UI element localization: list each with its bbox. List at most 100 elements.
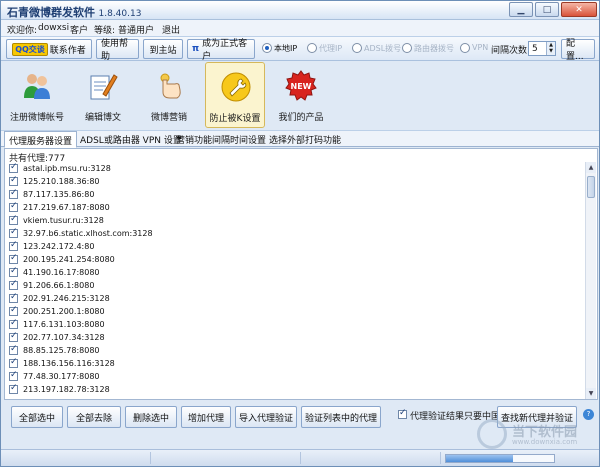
add-proxy-label: 增加代理 (187, 413, 224, 424)
proxy-checkbox[interactable] (9, 357, 18, 368)
list-item[interactable]: vkiem.tusur.ru:3128 (9, 214, 104, 227)
settings-tabs: 代理服务器设置 ADSL或路由器 VPN 设置 营销功能间隔时间设置 选择外部打… (1, 130, 599, 148)
radio-router[interactable] (402, 43, 412, 53)
proxy-checkbox[interactable] (9, 240, 18, 251)
proxy-list-scrollbar[interactable]: ▲ ▼ (585, 162, 596, 399)
user-info-bar: 欢迎你: dowxsi 客户 等级: 普通用户 退出 (1, 20, 599, 37)
proxy-checkbox[interactable] (9, 344, 18, 355)
proxy-checkbox[interactable] (9, 279, 18, 290)
proxy-checkbox[interactable] (9, 318, 18, 329)
list-item[interactable]: 117.6.131.103:8080 (9, 318, 105, 331)
radio-proxy-ip[interactable] (307, 43, 317, 53)
radio-router-label: 路由器拨号 (414, 44, 454, 53)
delete-selected-label: 删除选中 (132, 413, 169, 424)
deselect-all-button[interactable]: 全部去除 (67, 406, 121, 428)
app-name: 石青微博群发软件 (7, 6, 95, 19)
add-proxy-button[interactable]: 增加代理 (181, 406, 231, 428)
proxy-checkbox[interactable] (9, 162, 18, 173)
proxy-address: 91.206.66.1:8080 (23, 281, 95, 290)
retry-count-label: 间隔次数 (491, 46, 528, 56)
list-item[interactable]: 217.219.67.187:8080 (9, 201, 110, 214)
help-button[interactable]: 使用帮助 (96, 39, 139, 62)
nav-our-products-label: 我们的产品 (278, 113, 324, 123)
proxy-checkbox[interactable] (9, 175, 18, 186)
nav-our-products[interactable]: NEW 我们的产品 (271, 62, 331, 128)
list-item[interactable]: 200.195.241.254:8080 (9, 253, 115, 266)
list-item[interactable]: astal.ipb.msu.ru:3128 (9, 162, 111, 175)
logout-link[interactable]: 退出 (162, 23, 180, 36)
proxy-checkbox[interactable] (9, 266, 18, 277)
status-segment (1, 452, 151, 464)
tab-proxy-settings[interactable]: 代理服务器设置 (4, 131, 78, 148)
list-item[interactable]: 32.97.b6.static.xlhost.com:3128 (9, 227, 153, 240)
proxy-checkbox[interactable] (9, 201, 18, 212)
china-only-checkbox[interactable] (398, 408, 407, 419)
list-item[interactable]: 213.197.182.78:3128 (9, 383, 110, 396)
list-item[interactable]: 91.206.66.1:8080 (9, 279, 94, 292)
qq-chat-icon: QQ交谈 (12, 42, 48, 56)
scroll-up-icon[interactable]: ▲ (586, 162, 596, 173)
proxy-checkbox[interactable] (9, 253, 18, 264)
radio-adsl[interactable] (352, 43, 362, 53)
select-all-button[interactable]: 全部选中 (11, 406, 63, 428)
proxy-checkbox[interactable] (9, 188, 18, 199)
watermark-text-en: www.downxia.com (512, 438, 578, 446)
become-customer-label: 成为正式客户 (202, 39, 248, 62)
tab-interval-settings[interactable]: 营销功能间隔时间设置 (176, 133, 266, 146)
list-item[interactable]: 88.85.125.78:8080 (9, 344, 100, 357)
app-window: 石青微博群发软件 1.8.40.13 ▁ □ ✕ 欢迎你: dowxsi 客户 … (0, 0, 600, 467)
nav-register-account[interactable]: 注册微博帐号 (7, 62, 67, 128)
tab-captcha-settings[interactable]: 选择外部打码功能 (269, 133, 341, 146)
become-customer-button[interactable]: π 成为正式客户 (187, 39, 255, 62)
proxy-checkbox[interactable] (9, 214, 18, 225)
scroll-thumb[interactable] (587, 176, 595, 198)
radio-vpn[interactable] (460, 43, 470, 53)
proxy-panel: 共有代理:777 astal.ipb.msu.ru:3128125.210.18… (4, 148, 598, 400)
main-site-button[interactable]: 到主站 (143, 39, 183, 59)
proxy-address: 200.195.241.254:8080 (23, 255, 115, 264)
list-item[interactable]: 41.190.16.17:8080 (9, 266, 100, 279)
minimize-icon: ▁ (517, 4, 525, 15)
stepper-arrows-icon[interactable]: ▲ ▼ (546, 42, 555, 55)
list-item[interactable]: 123.242.172.4:80 (9, 240, 94, 253)
list-item[interactable]: 125.210.188.36:80 (9, 175, 100, 188)
scroll-down-icon[interactable]: ▼ (586, 388, 596, 399)
watermark-logo: 当下软件园 www.downxia.com (477, 419, 595, 449)
nav-edit-post[interactable]: 编辑博文 (73, 62, 133, 128)
contact-author-label: 联系作者 (49, 45, 86, 56)
maximize-button[interactable]: □ (535, 2, 559, 17)
proxy-checkbox[interactable] (9, 292, 18, 303)
proxy-list: astal.ipb.msu.ru:3128 125.210.188.36:80 87… (7, 162, 585, 399)
users-icon (24, 74, 50, 99)
retry-count-stepper[interactable]: 5 ▲ ▼ (528, 41, 556, 56)
proxy-address: 213.197.182.78:3128 (23, 385, 110, 394)
list-item[interactable]: 202.91.246.215:3128 (9, 292, 110, 305)
tab-adsl-vpn-settings[interactable]: ADSL或路由器 VPN 设置 (80, 133, 182, 146)
progress-fill (446, 455, 513, 462)
radio-vpn-label: VPN (472, 43, 489, 52)
config-button[interactable]: 配置... (561, 39, 595, 62)
contact-author-button[interactable]: QQ交谈 联系作者 (6, 39, 92, 59)
nav-anti-ban-settings[interactable]: 防止被K设置 (205, 62, 265, 128)
select-all-label: 全部选中 (18, 413, 55, 424)
proxy-checkbox[interactable] (9, 370, 18, 381)
status-segment (301, 452, 441, 464)
list-item[interactable]: 77.48.30.177:8080 (9, 370, 100, 383)
list-item[interactable]: 202.77.107.34:3128 (9, 331, 105, 344)
proxy-checkbox[interactable] (9, 331, 18, 342)
delete-selected-button[interactable]: 删除选中 (125, 406, 177, 428)
radio-local-ip[interactable] (262, 43, 272, 53)
list-item[interactable]: 87.117.135.86:80 (9, 188, 94, 201)
minimize-button[interactable]: ▁ (509, 2, 533, 17)
proxy-checkbox[interactable] (9, 227, 18, 238)
nav-weibo-marketing[interactable]: 微博营销 (139, 62, 199, 128)
proxy-checkbox[interactable] (9, 383, 18, 394)
proxy-address: vkiem.tusur.ru:3128 (23, 216, 104, 225)
user-suffix: 客户 (70, 26, 89, 36)
verify-list-button[interactable]: 验证列表中的代理 (301, 406, 381, 428)
import-verify-button[interactable]: 导入代理验证 (235, 406, 297, 428)
close-button[interactable]: ✕ (561, 2, 597, 17)
proxy-checkbox[interactable] (9, 305, 18, 316)
list-item[interactable]: 188.136.156.116:3128 (9, 357, 115, 370)
list-item[interactable]: 200.251.200.1:8080 (9, 305, 105, 318)
